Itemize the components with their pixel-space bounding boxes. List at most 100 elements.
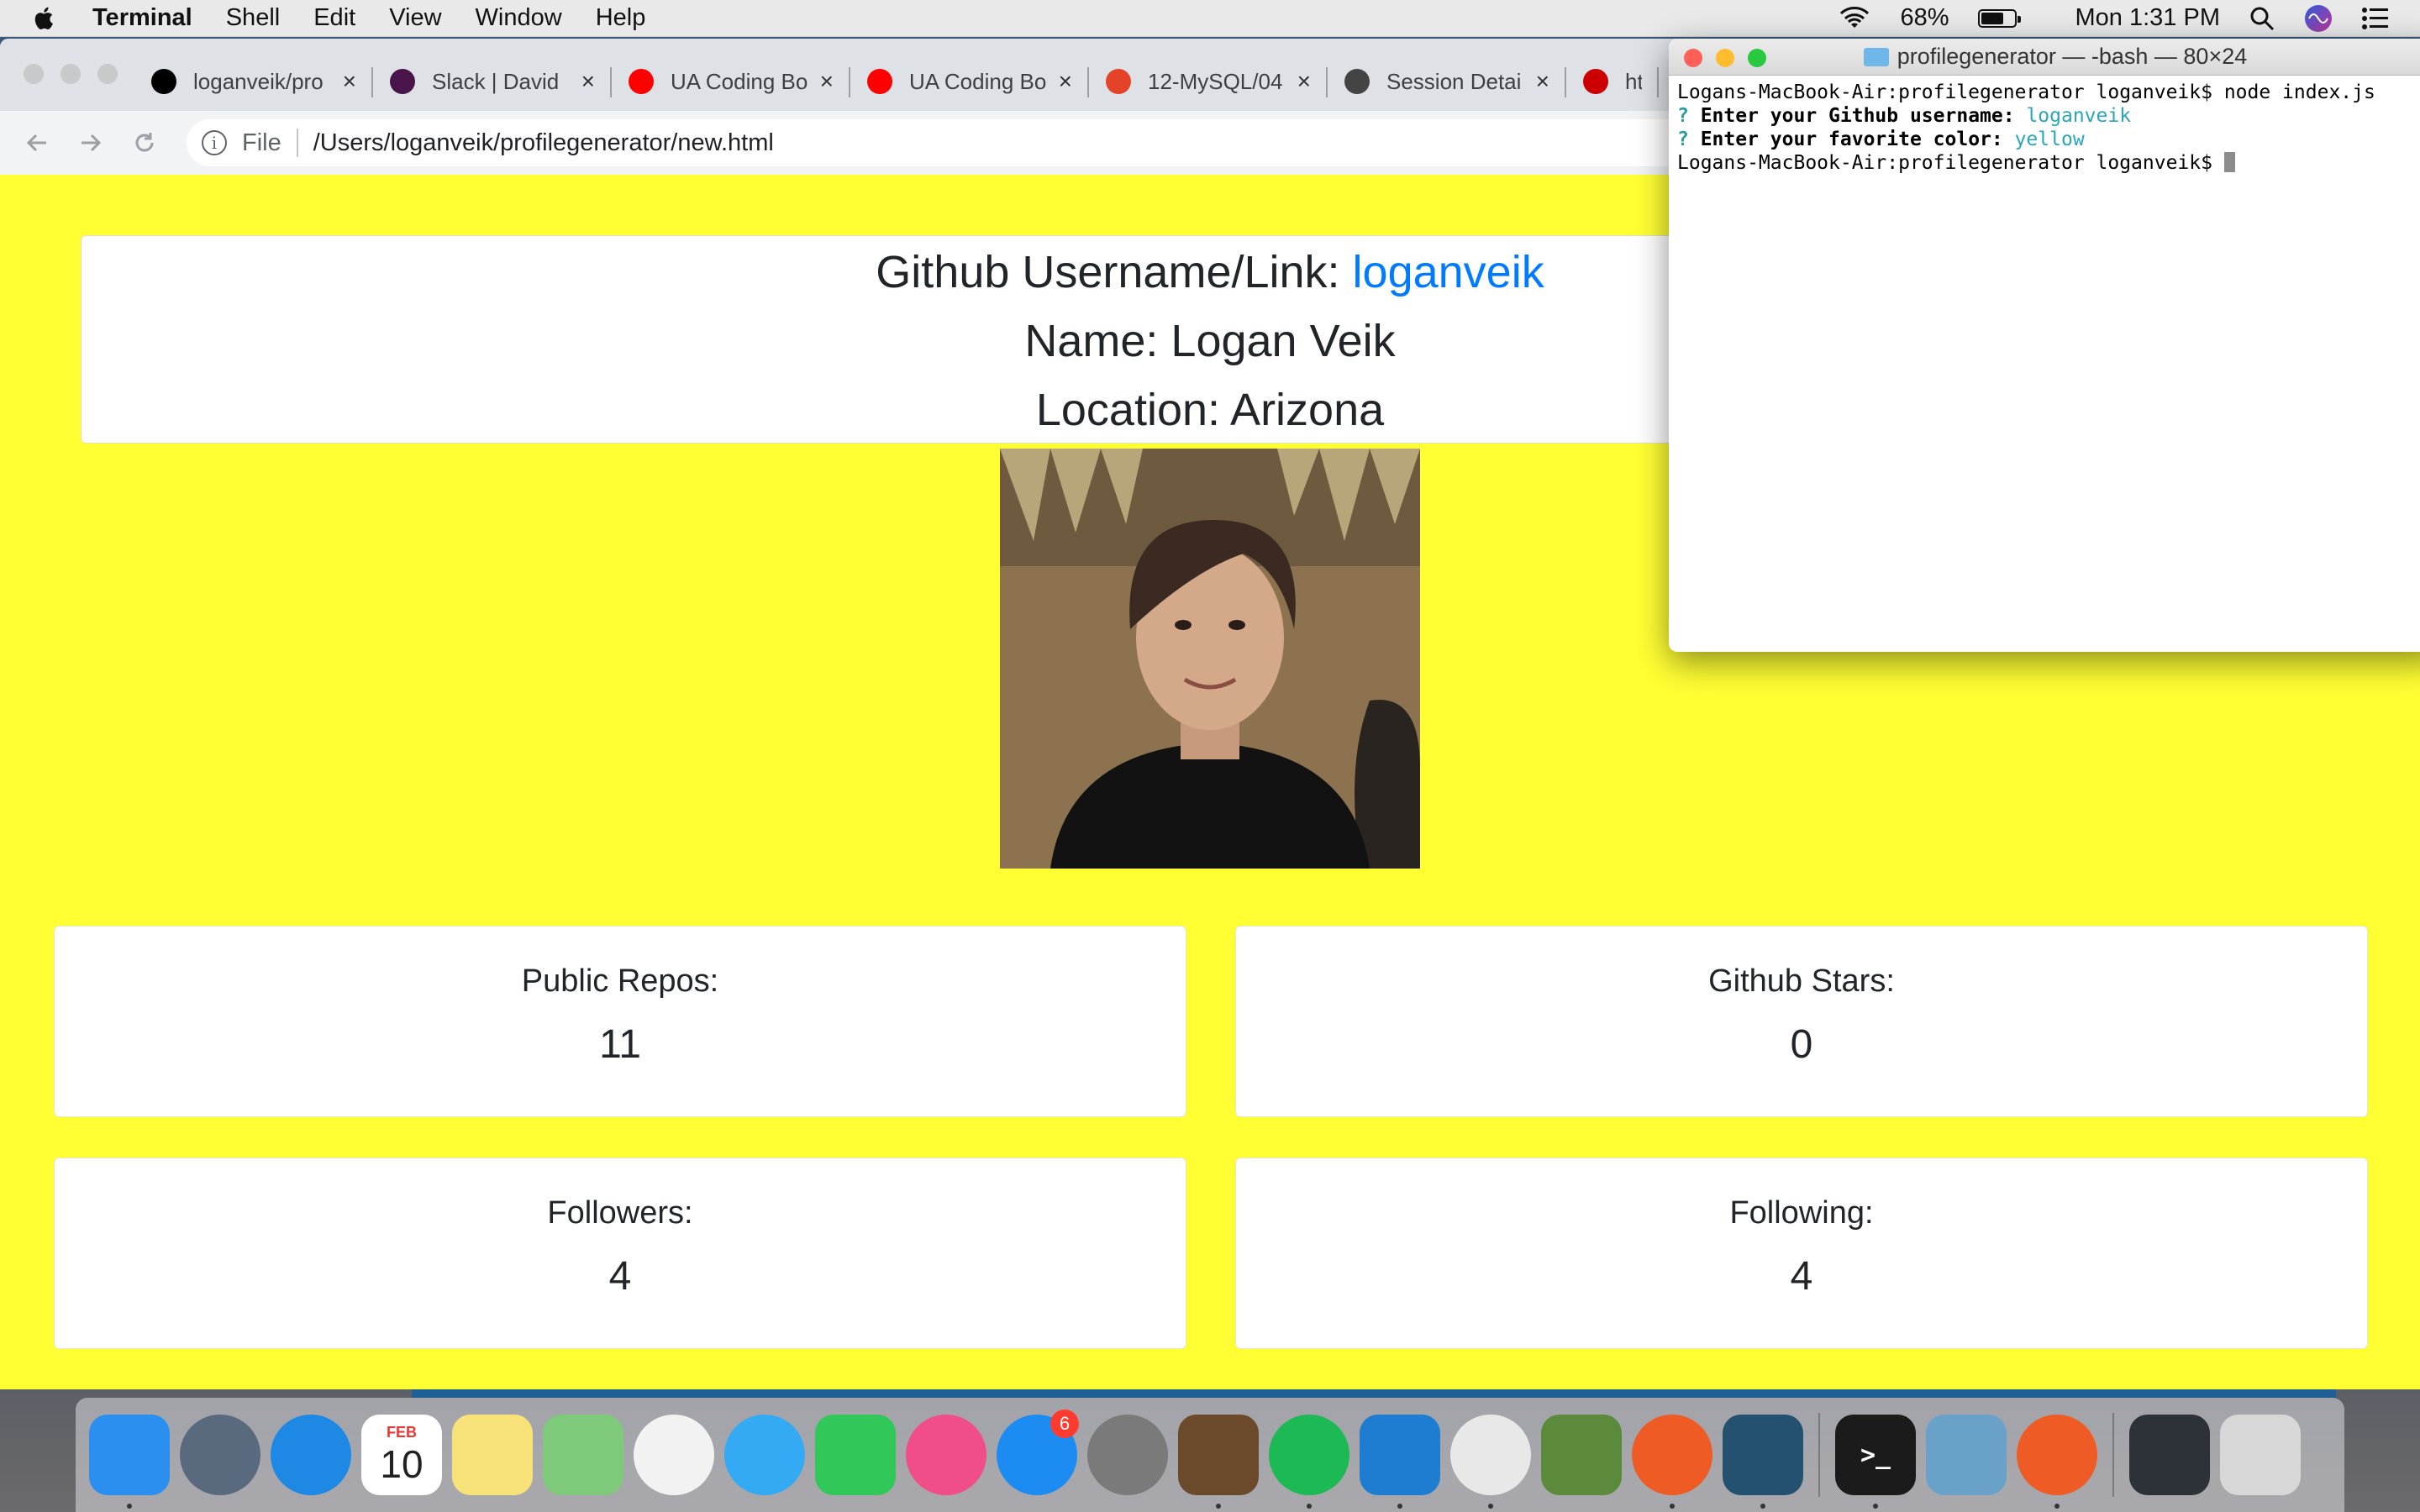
url-path[interactable]: /Users/loganveik/profilegenerator/new.ht… xyxy=(313,129,774,157)
github-icon xyxy=(151,69,176,94)
github-profile-link[interactable]: loganveik xyxy=(1353,247,1544,297)
close-tab-icon[interactable]: × xyxy=(1536,68,1549,95)
github-stars-card: Github Stars: 0 xyxy=(1235,926,2368,1117)
launchpad-icon[interactable] xyxy=(180,1415,260,1495)
background-window-edge xyxy=(412,1389,2336,1398)
menu-window[interactable]: Window xyxy=(476,4,562,32)
close-tab-icon[interactable]: × xyxy=(1297,68,1311,95)
battery-icon[interactable] xyxy=(1977,8,2021,28)
terminal-prompt-line[interactable]: Logans-MacBook-Air:profilegenerator loga… xyxy=(1677,151,2420,175)
github-stars-value: 0 xyxy=(1790,1022,1813,1067)
notes-icon[interactable] xyxy=(452,1415,533,1495)
zoom-window-button[interactable] xyxy=(97,64,118,84)
close-tab-icon[interactable]: × xyxy=(581,68,595,95)
minimize-window-button[interactable] xyxy=(60,64,81,84)
menu-shell[interactable]: Shell xyxy=(226,4,281,32)
battery-percent: 68% xyxy=(1900,4,1949,31)
reload-button[interactable] xyxy=(128,126,161,160)
browser-tab[interactable]: Session Detai × xyxy=(1328,55,1566,108)
slack-icon xyxy=(390,69,415,94)
spotlight-icon[interactable] xyxy=(2249,5,2275,32)
vscode-icon[interactable] xyxy=(1360,1415,1440,1509)
finder-icon[interactable] xyxy=(89,1415,170,1509)
menu-terminal[interactable]: Terminal xyxy=(92,4,192,32)
browser-tab[interactable]: html- xyxy=(1566,55,1659,108)
siri-icon[interactable] xyxy=(2304,4,2333,33)
dock-separator xyxy=(2112,1413,2114,1497)
url-scheme: File xyxy=(242,129,281,156)
menu-edit[interactable]: Edit xyxy=(313,4,355,32)
close-tab-icon[interactable]: × xyxy=(343,68,356,95)
public-repos-card: Public Repos: 11 xyxy=(54,926,1186,1117)
browser-tab[interactable]: loganveik/pro × xyxy=(134,55,373,108)
minecraft-icon[interactable] xyxy=(1541,1415,1622,1495)
close-tab-icon[interactable]: × xyxy=(1059,68,1072,95)
photos-icon[interactable] xyxy=(634,1415,714,1495)
running-indicator xyxy=(2054,1504,2060,1509)
forward-arrow-icon xyxy=(82,134,102,152)
github-stars-label: Github Stars: xyxy=(1708,963,1895,999)
forward-button[interactable] xyxy=(74,126,108,160)
terminal-output[interactable]: Logans-MacBook-Air:profilegenerator loga… xyxy=(1669,76,2420,175)
wifi-icon[interactable] xyxy=(1838,6,1871,31)
tab-title: html- xyxy=(1625,68,1642,94)
running-indicator xyxy=(1670,1504,1675,1509)
app-store-icon[interactable]: 6 xyxy=(997,1410,1079,1495)
browser-tab[interactable]: 12-MySQL/04 × xyxy=(1089,55,1328,108)
facetime-icon[interactable] xyxy=(815,1415,896,1495)
tab-title: UA Coding Bo xyxy=(909,68,1047,94)
answer-text: yellow xyxy=(2014,129,2085,150)
followers-label: Followers: xyxy=(547,1195,693,1231)
menu-help[interactable]: Help xyxy=(596,4,646,32)
maps-icon[interactable] xyxy=(543,1415,623,1495)
spotify-icon[interactable] xyxy=(1269,1415,1349,1509)
itunes-icon[interactable] xyxy=(906,1415,986,1495)
calendar-icon[interactable]: FEB 10 xyxy=(361,1415,442,1495)
browser-tab[interactable]: Slack | David × xyxy=(373,55,612,108)
trash-icon[interactable] xyxy=(2220,1415,2301,1495)
messages-icon[interactable] xyxy=(724,1415,805,1495)
terminal-icon[interactable]: >_ xyxy=(1835,1415,1916,1509)
tab-title: Slack | David xyxy=(432,68,560,94)
system-preferences-icon[interactable] xyxy=(1087,1415,1168,1495)
postman-icon[interactable] xyxy=(1632,1415,1712,1509)
terminal-question-username: ? Enter your Github username: loganveik xyxy=(1677,104,2420,128)
running-indicator xyxy=(1307,1504,1312,1509)
apple-icon[interactable] xyxy=(30,4,59,33)
terminal-titlebar[interactable]: profilegenerator — -bash — 80×24 xyxy=(1669,39,2420,76)
notification-center-icon[interactable] xyxy=(2361,7,2390,30)
answer-text: loganveik xyxy=(2026,105,2132,127)
following-label: Following: xyxy=(1729,1195,1874,1231)
terminal-question-color: ? Enter your favorite color: yellow xyxy=(1677,128,2420,151)
terminal-title: profilegenerator — -bash — 80×24 xyxy=(1669,44,2420,70)
garageband-icon[interactable] xyxy=(1178,1415,1259,1509)
dock: FEB 10 6 >_ xyxy=(76,1398,2344,1512)
clock[interactable]: Mon 1:31 PM xyxy=(2075,4,2220,32)
html-icon xyxy=(1583,69,1608,94)
downloads-icon[interactable] xyxy=(2129,1415,2210,1495)
site-info-icon[interactable]: i xyxy=(202,130,227,155)
chrome-icon[interactable] xyxy=(1450,1415,1531,1509)
following-card: Following: 4 xyxy=(1235,1158,2368,1349)
menu-view[interactable]: View xyxy=(389,4,441,32)
mysql-workbench-icon[interactable] xyxy=(1723,1415,1803,1509)
followers-card: Followers: 4 xyxy=(54,1158,1186,1349)
terminal-window[interactable]: profilegenerator — -bash — 80×24 Logans-… xyxy=(1669,39,2420,652)
safari-icon[interactable] xyxy=(271,1415,351,1495)
globe-icon xyxy=(1344,69,1370,94)
postman-icon[interactable] xyxy=(2017,1415,2097,1509)
running-indicator xyxy=(1216,1504,1221,1509)
browser-tab[interactable]: UA Coding Bo × xyxy=(612,55,850,108)
prompt-marker: ? xyxy=(1677,129,1701,150)
back-button[interactable] xyxy=(20,126,54,160)
question-text: Enter your Github username: xyxy=(1700,105,2027,127)
browser-tab[interactable]: UA Coding Bo × xyxy=(850,55,1089,108)
close-tab-icon[interactable]: × xyxy=(820,68,834,95)
close-window-button[interactable] xyxy=(24,64,44,84)
preview-icon[interactable] xyxy=(1926,1415,2007,1495)
reload-icon xyxy=(135,133,154,152)
avatar-photo xyxy=(1000,449,1420,869)
terminal-cursor xyxy=(2223,152,2235,172)
calendar-day: 10 xyxy=(380,1441,424,1486)
running-indicator xyxy=(1488,1504,1493,1509)
